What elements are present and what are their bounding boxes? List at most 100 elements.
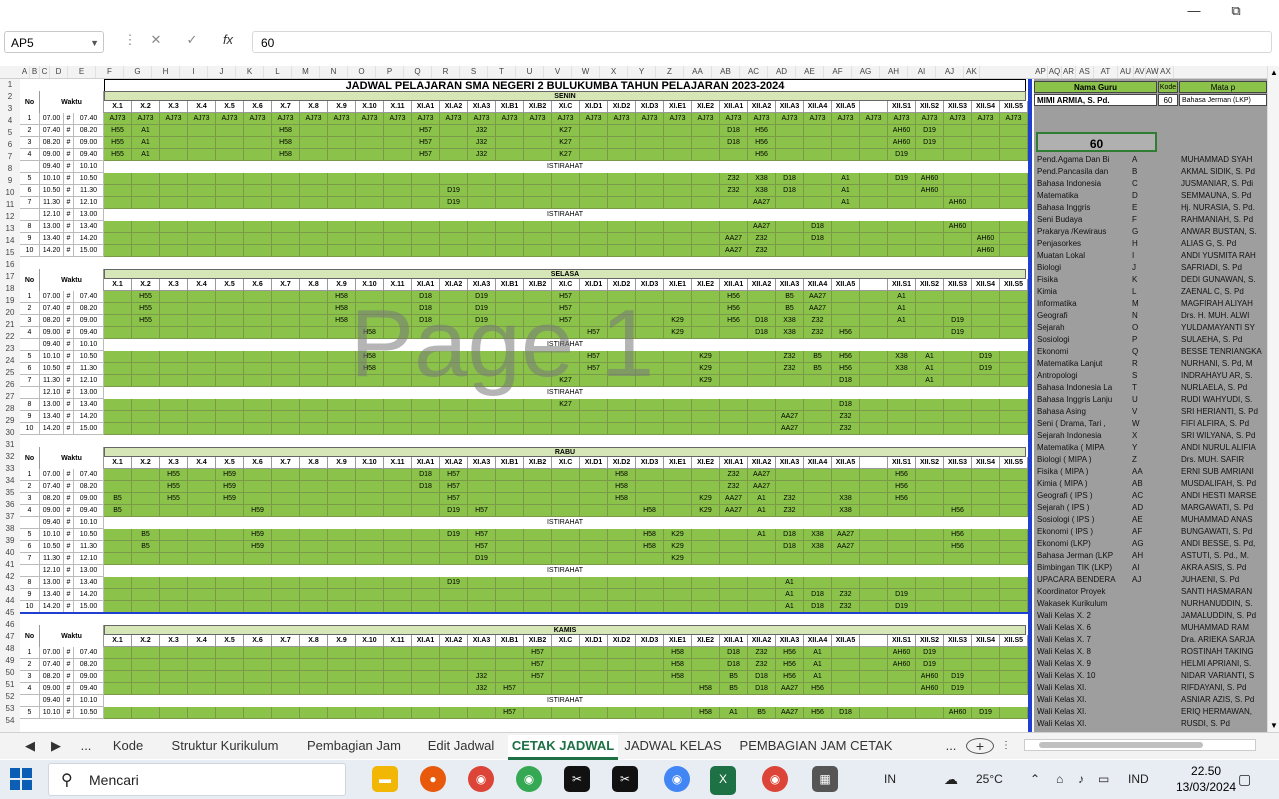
schedule-cell[interactable] [916, 529, 944, 541]
schedule-cell[interactable]: D18 [412, 303, 440, 315]
schedule-cell[interactable] [636, 291, 664, 303]
column-header[interactable]: P [376, 66, 404, 78]
schedule-cell[interactable] [748, 423, 776, 435]
schedule-cell[interactable] [160, 315, 188, 327]
speaker-icon[interactable]: ♪ [1078, 760, 1084, 799]
column-header[interactable]: T [488, 66, 516, 78]
horizontal-scrollbar[interactable] [1024, 739, 1256, 751]
row-header[interactable]: 41 [0, 559, 20, 571]
schedule-cell[interactable] [468, 363, 496, 375]
schedule-cell[interactable] [104, 411, 132, 423]
schedule-cell[interactable] [916, 469, 944, 481]
schedule-cell[interactable]: H57 [468, 529, 496, 541]
schedule-cell[interactable] [300, 327, 328, 339]
schedule-cell[interactable] [664, 303, 692, 315]
schedule-cell[interactable] [244, 315, 272, 327]
insert-function-icon[interactable]: fx [218, 32, 238, 47]
schedule-cell[interactable] [664, 351, 692, 363]
schedule-cell[interactable] [244, 493, 272, 505]
schedule-cell[interactable] [412, 375, 440, 387]
schedule-cell[interactable] [636, 683, 664, 695]
schedule-cell[interactable] [748, 291, 776, 303]
schedule-cell[interactable] [496, 233, 524, 245]
schedule-cell[interactable]: AJ73 [132, 113, 160, 125]
schedule-cell[interactable]: H57 [412, 125, 440, 137]
schedule-cell[interactable] [944, 173, 972, 185]
schedule-cell[interactable]: H55 [160, 481, 188, 493]
schedule-cell[interactable] [160, 529, 188, 541]
schedule-cell[interactable] [692, 481, 720, 493]
row-header[interactable]: 3 [0, 103, 20, 115]
schedule-cell[interactable] [608, 149, 636, 161]
schedule-cell[interactable] [972, 125, 1000, 137]
tab-pembagian-jam-cetak[interactable]: PEMBAGIAN JAM CETAK [728, 735, 904, 757]
schedule-cell[interactable] [412, 185, 440, 197]
schedule-cell[interactable] [972, 185, 1000, 197]
schedule-cell[interactable]: AA27 [748, 481, 776, 493]
schedule-cell[interactable] [132, 197, 160, 209]
schedule-cell[interactable] [944, 469, 972, 481]
schedule-cell[interactable]: H58 [356, 363, 384, 375]
schedule-cell[interactable] [160, 423, 188, 435]
schedule-cell[interactable]: K27 [552, 125, 580, 137]
schedule-cell[interactable] [440, 221, 468, 233]
row-header[interactable]: 10 [0, 187, 20, 199]
schedule-cell[interactable] [356, 671, 384, 683]
schedule-cell[interactable] [132, 375, 160, 387]
keyboard-layout[interactable]: IND [1128, 760, 1149, 799]
tab-struktur-kurikulum[interactable]: Struktur Kurikulum [156, 735, 294, 757]
schedule-cell[interactable] [384, 659, 412, 671]
schedule-cell[interactable]: H56 [776, 659, 804, 671]
schedule-cell[interactable] [860, 541, 888, 553]
row-header[interactable]: 42 [0, 571, 20, 583]
schedule-cell[interactable] [580, 529, 608, 541]
schedule-cell[interactable] [104, 363, 132, 375]
schedule-cell[interactable]: D18 [832, 707, 860, 719]
schedule-cell[interactable] [216, 399, 244, 411]
schedule-cell[interactable] [272, 315, 300, 327]
schedule-cell[interactable]: X38 [888, 363, 916, 375]
schedule-cell[interactable] [860, 363, 888, 375]
schedule-cell[interactable] [328, 351, 356, 363]
teacher-row[interactable]: Wali Kelas X. 9 HELMI APRIANI, S. [1034, 658, 1267, 670]
schedule-cell[interactable] [216, 683, 244, 695]
schedule-cell[interactable] [860, 125, 888, 137]
teacher-row[interactable]: Muatan Lokal I ANDI YUSMITA RAH [1034, 250, 1267, 262]
schedule-cell[interactable]: H58 [272, 137, 300, 149]
schedule-cell[interactable] [300, 233, 328, 245]
schedule-cell[interactable]: H58 [356, 351, 384, 363]
schedule-cell[interactable] [356, 315, 384, 327]
schedule-cell[interactable]: H58 [328, 291, 356, 303]
schedule-cell[interactable] [944, 589, 972, 601]
schedule-cell[interactable] [412, 707, 440, 719]
chevron-down-icon[interactable]: ▼ [90, 32, 99, 54]
schedule-cell[interactable]: Z32 [748, 659, 776, 671]
teacher-row[interactable]: Bahasa Jerman (LKP AH ASTUTI, S. Pd., M. [1034, 550, 1267, 562]
schedule-cell[interactable] [440, 303, 468, 315]
schedule-cell[interactable] [216, 149, 244, 161]
column-header[interactable]: AE [796, 66, 824, 78]
schedule-cell[interactable] [916, 589, 944, 601]
schedule-cell[interactable]: AA27 [720, 233, 748, 245]
schedule-cell[interactable] [972, 411, 1000, 423]
schedule-cell[interactable] [412, 173, 440, 185]
schedule-cell[interactable] [188, 137, 216, 149]
schedule-cell[interactable] [104, 423, 132, 435]
schedule-cell[interactable] [580, 291, 608, 303]
teacher-row[interactable]: Geografi ( IPS ) AC ANDI HESTI MARSE [1034, 490, 1267, 502]
column-header[interactable]: AF [824, 66, 852, 78]
schedule-cell[interactable]: H58 [664, 671, 692, 683]
schedule-cell[interactable] [300, 505, 328, 517]
schedule-cell[interactable] [1000, 411, 1028, 423]
schedule-cell[interactable] [356, 399, 384, 411]
schedule-cell[interactable] [188, 659, 216, 671]
schedule-cell[interactable] [580, 303, 608, 315]
schedule-cell[interactable]: D19 [944, 315, 972, 327]
schedule-cell[interactable] [664, 291, 692, 303]
teacher-row[interactable]: Bahasa Asing V SRI HERIANTI, S. Pd [1034, 406, 1267, 418]
schedule-cell[interactable] [384, 577, 412, 589]
schedule-cell[interactable]: AJ73 [664, 113, 692, 125]
schedule-cell[interactable] [496, 125, 524, 137]
schedule-cell[interactable]: AJ73 [552, 113, 580, 125]
schedule-cell[interactable]: H58 [608, 493, 636, 505]
